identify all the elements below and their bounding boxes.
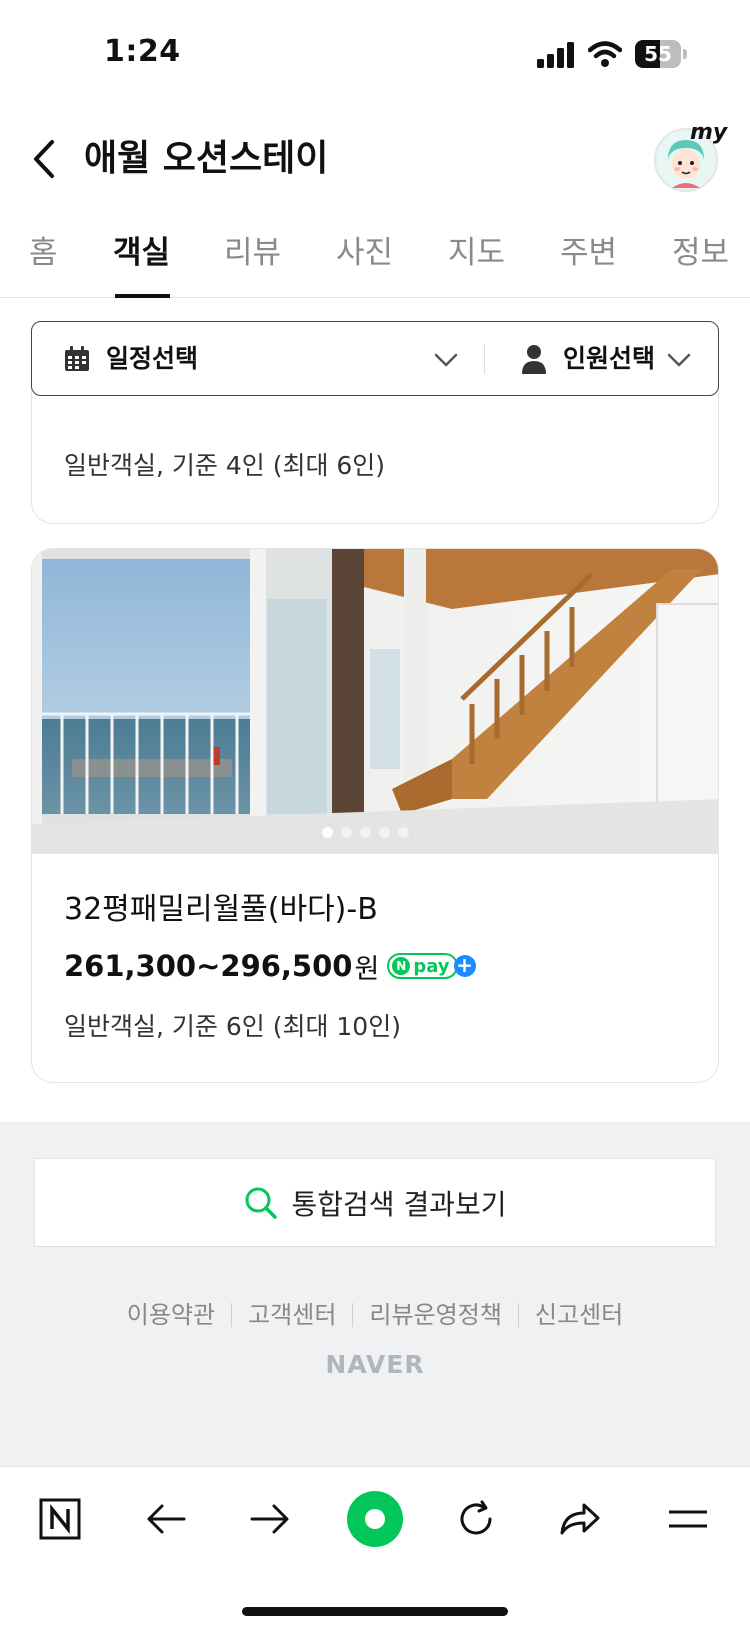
room-card[interactable]: 32평패밀리월풀(바다)-B 261,300~296,500 원 N pay +… xyxy=(31,548,719,1083)
naver-n-icon xyxy=(39,1498,81,1540)
terms-link[interactable]: 이용약관 xyxy=(111,1298,231,1332)
chevron-down-icon[interactable] xyxy=(432,346,460,374)
my-profile-button[interactable]: my xyxy=(654,120,727,192)
footer: 통합검색 결과보기 이용약관 고객센터 리뷰운영정책 신고센터 NAVER xyxy=(0,1122,750,1466)
share-button[interactable] xyxy=(552,1491,608,1547)
menu-icon xyxy=(669,1510,707,1528)
battery-icon: 55 xyxy=(635,40,687,68)
header: 애월 오션스테이 my xyxy=(0,110,750,210)
tab-nearby[interactable]: 주변 xyxy=(560,230,617,276)
tab-rooms[interactable]: 객실 xyxy=(113,230,170,276)
active-tab-indicator xyxy=(115,294,170,298)
npay-plus-badge: N pay + xyxy=(387,953,476,979)
room-photo-image xyxy=(32,549,718,854)
refresh-icon xyxy=(460,1500,492,1535)
footer-links: 이용약관 고객센터 리뷰운영정책 신고센터 xyxy=(0,1298,750,1332)
room-card-partial[interactable]: 일반객실, 기준 4인 (최대 6인) xyxy=(31,380,719,524)
tab-info[interactable]: 정보 xyxy=(672,230,729,276)
back-nav-button[interactable] xyxy=(138,1491,194,1547)
review-policy-link[interactable]: 리뷰운영정책 xyxy=(353,1298,517,1332)
browser-toolbar xyxy=(0,1466,750,1626)
pagination-dot xyxy=(379,827,390,838)
search-button-label: 통합검색 결과보기 xyxy=(291,1187,507,1221)
photo-pagination xyxy=(322,827,409,838)
report-center-link[interactable]: 신고센터 xyxy=(519,1298,639,1332)
green-dot-button[interactable] xyxy=(345,1489,405,1549)
back-button[interactable] xyxy=(24,134,64,184)
forward-nav-button[interactable] xyxy=(242,1491,298,1547)
pagination-dot xyxy=(341,827,352,838)
npay-label: pay xyxy=(413,955,450,977)
tab-photos[interactable]: 사진 xyxy=(336,230,393,276)
status-time: 1:24 xyxy=(104,34,181,69)
share-icon xyxy=(560,1503,600,1535)
filter-bar: 일정선택 인원선택 xyxy=(31,321,719,396)
tab-home[interactable]: 홈 xyxy=(29,230,58,276)
green-dot-home-icon xyxy=(347,1491,403,1547)
naver-home-button[interactable] xyxy=(32,1491,88,1547)
room-subtitle: 일반객실, 기준 4인 (최대 6인) xyxy=(64,451,386,480)
tab-bar: 홈 객실 리뷰 사진 지도 주변 정보 xyxy=(0,220,750,298)
person-icon xyxy=(522,345,546,374)
customer-center-link[interactable]: 고객센터 xyxy=(232,1298,352,1332)
chevron-left-icon xyxy=(34,140,54,178)
forward-arrow-icon xyxy=(250,1504,289,1534)
filter-divider xyxy=(484,344,485,374)
status-bar: 1:24 55 xyxy=(0,0,750,100)
pagination-dot xyxy=(398,827,409,838)
wifi-icon xyxy=(588,41,622,67)
pagination-dot xyxy=(322,827,333,838)
room-price: 261,300~296,500 xyxy=(64,949,353,983)
room-photo[interactable] xyxy=(32,549,718,854)
integrated-search-button[interactable]: 통합검색 결과보기 xyxy=(34,1158,716,1247)
search-icon xyxy=(245,1187,277,1219)
guest-select-button[interactable]: 인원선택 xyxy=(563,336,655,382)
my-label: my xyxy=(690,120,728,145)
pagination-dot xyxy=(360,827,371,838)
battery-level: 55 xyxy=(644,42,672,66)
price-row: 261,300~296,500 원 N pay + xyxy=(64,945,476,987)
naver-logo: NAVER xyxy=(325,1350,425,1379)
tab-map[interactable]: 지도 xyxy=(448,230,505,276)
back-arrow-icon xyxy=(147,1504,186,1534)
npay-n-icon: N xyxy=(392,957,411,975)
date-select-button[interactable]: 일정선택 xyxy=(106,336,198,382)
page-title: 애월 오션스테이 xyxy=(84,138,329,179)
price-unit: 원 xyxy=(354,953,380,985)
calendar-icon xyxy=(65,346,89,371)
home-indicator xyxy=(242,1607,508,1616)
tab-reviews[interactable]: 리뷰 xyxy=(224,230,281,276)
room-subtitle: 일반객실, 기준 6인 (최대 10인) xyxy=(64,1012,401,1041)
room-name: 32평패밀리월풀(바다)-B xyxy=(64,892,378,927)
refresh-button[interactable] xyxy=(448,1491,504,1547)
npay-plus-icon: + xyxy=(453,955,476,977)
menu-button[interactable] xyxy=(660,1491,716,1547)
cellular-signal-icon xyxy=(537,42,574,68)
chevron-down-icon[interactable] xyxy=(665,346,693,374)
